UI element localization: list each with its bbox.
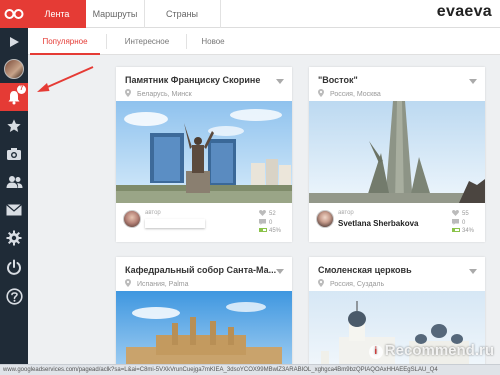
- chevron-down-icon[interactable]: [469, 269, 477, 274]
- subtab-divider: [106, 34, 107, 49]
- card-title: Кафедральный собор Санта-Ма...: [125, 265, 277, 275]
- subtab-popular[interactable]: Популярное: [30, 28, 100, 55]
- chevron-down-icon[interactable]: [469, 79, 477, 84]
- card-photo[interactable]: [309, 291, 485, 375]
- heart-icon: [259, 210, 266, 216]
- logo-icon[interactable]: [0, 0, 28, 28]
- location-text: Россия, Суздаль: [330, 281, 385, 288]
- tab-routes[interactable]: Маршруты: [86, 0, 144, 28]
- annotation-arrow: [37, 66, 94, 92]
- watermark: i Recommend.ru: [368, 342, 494, 359]
- location-pin-icon: [125, 279, 131, 287]
- chevron-down-icon[interactable]: [276, 79, 284, 84]
- user-avatar[interactable]: [0, 55, 28, 83]
- progress-indicator: 34%: [452, 228, 474, 234]
- progress-bar: [259, 228, 267, 232]
- tab-countries[interactable]: Страны: [144, 0, 220, 28]
- camera-icon[interactable]: [0, 140, 28, 168]
- progress-bar: [452, 228, 460, 232]
- users-icon[interactable]: [0, 168, 28, 196]
- tab-divider: [220, 0, 221, 28]
- status-url: www.googleadservices.com/pagead/aclk?sa=…: [3, 367, 438, 373]
- location-pin-icon: [318, 89, 324, 97]
- card-title: Смоленская церковь: [318, 265, 412, 275]
- play-icon[interactable]: [0, 28, 28, 56]
- comment-icon: [259, 219, 266, 225]
- author-name-redacted: [145, 219, 205, 228]
- sidebar: 7: [0, 0, 28, 375]
- feed-filter-tabs: Популярное Интересное Новое: [28, 28, 500, 55]
- star-icon[interactable]: [0, 112, 28, 140]
- watermark-logo-icon: i: [368, 345, 383, 359]
- tab-feed[interactable]: Лента: [28, 0, 86, 28]
- location-pin-icon: [318, 279, 324, 287]
- author-avatar[interactable]: [123, 210, 141, 228]
- help-icon[interactable]: [0, 282, 28, 310]
- power-icon[interactable]: [0, 253, 28, 281]
- comments-count[interactable]: 0: [259, 219, 272, 226]
- subtab-interesting[interactable]: Интересное: [112, 28, 182, 55]
- subtab-divider: [186, 34, 187, 49]
- notifications-badge: 7: [17, 85, 26, 94]
- author-label: автор: [145, 210, 161, 216]
- likes-count[interactable]: 52: [259, 210, 276, 217]
- card-location: Россия, Суздаль: [318, 279, 384, 288]
- progress-indicator: 45%: [259, 228, 281, 234]
- card-title: Памятник Франциску Скорине: [125, 75, 261, 85]
- avatar: [4, 59, 24, 79]
- card-title: "Восток": [318, 75, 358, 85]
- chevron-down-icon[interactable]: [276, 269, 284, 274]
- comment-icon: [452, 219, 459, 225]
- card-location: Беларусь, Минск: [125, 89, 192, 98]
- comments-count[interactable]: 0: [452, 219, 465, 226]
- post-card[interactable]: Кафедральный собор Санта-Ма... Испания, …: [116, 257, 292, 375]
- author-label: автор: [338, 210, 354, 216]
- location-text: Россия, Москва: [330, 91, 381, 98]
- author-avatar[interactable]: [316, 210, 334, 228]
- location-text: Испания, Palma: [137, 281, 189, 288]
- mail-icon[interactable]: [0, 196, 28, 224]
- gear-icon[interactable]: [0, 224, 28, 252]
- card-location: Россия, Москва: [318, 89, 381, 98]
- notifications-button[interactable]: 7: [0, 83, 28, 111]
- post-card[interactable]: Памятник Франциску Скорине Беларусь, Мин…: [116, 67, 292, 242]
- card-photo[interactable]: [309, 101, 485, 203]
- location-pin-icon: [125, 89, 131, 97]
- location-text: Беларусь, Минск: [137, 91, 192, 98]
- subtab-new[interactable]: Новое: [188, 28, 238, 55]
- browser-status-bar: www.googleadservices.com/pagead/aclk?sa=…: [0, 364, 500, 375]
- brand-name: evaeva: [436, 3, 492, 20]
- author-name[interactable]: Svetlana Sherbakova: [338, 219, 418, 228]
- post-card[interactable]: "Восток" Россия, Москва автор Svetlana S…: [309, 67, 485, 242]
- likes-count[interactable]: 55: [452, 210, 469, 217]
- top-navigation: Лента Маршруты Страны evaeva: [28, 0, 500, 28]
- heart-icon: [452, 210, 459, 216]
- card-location: Испания, Palma: [125, 279, 189, 288]
- card-photo[interactable]: [116, 101, 292, 203]
- card-photo[interactable]: [116, 291, 292, 375]
